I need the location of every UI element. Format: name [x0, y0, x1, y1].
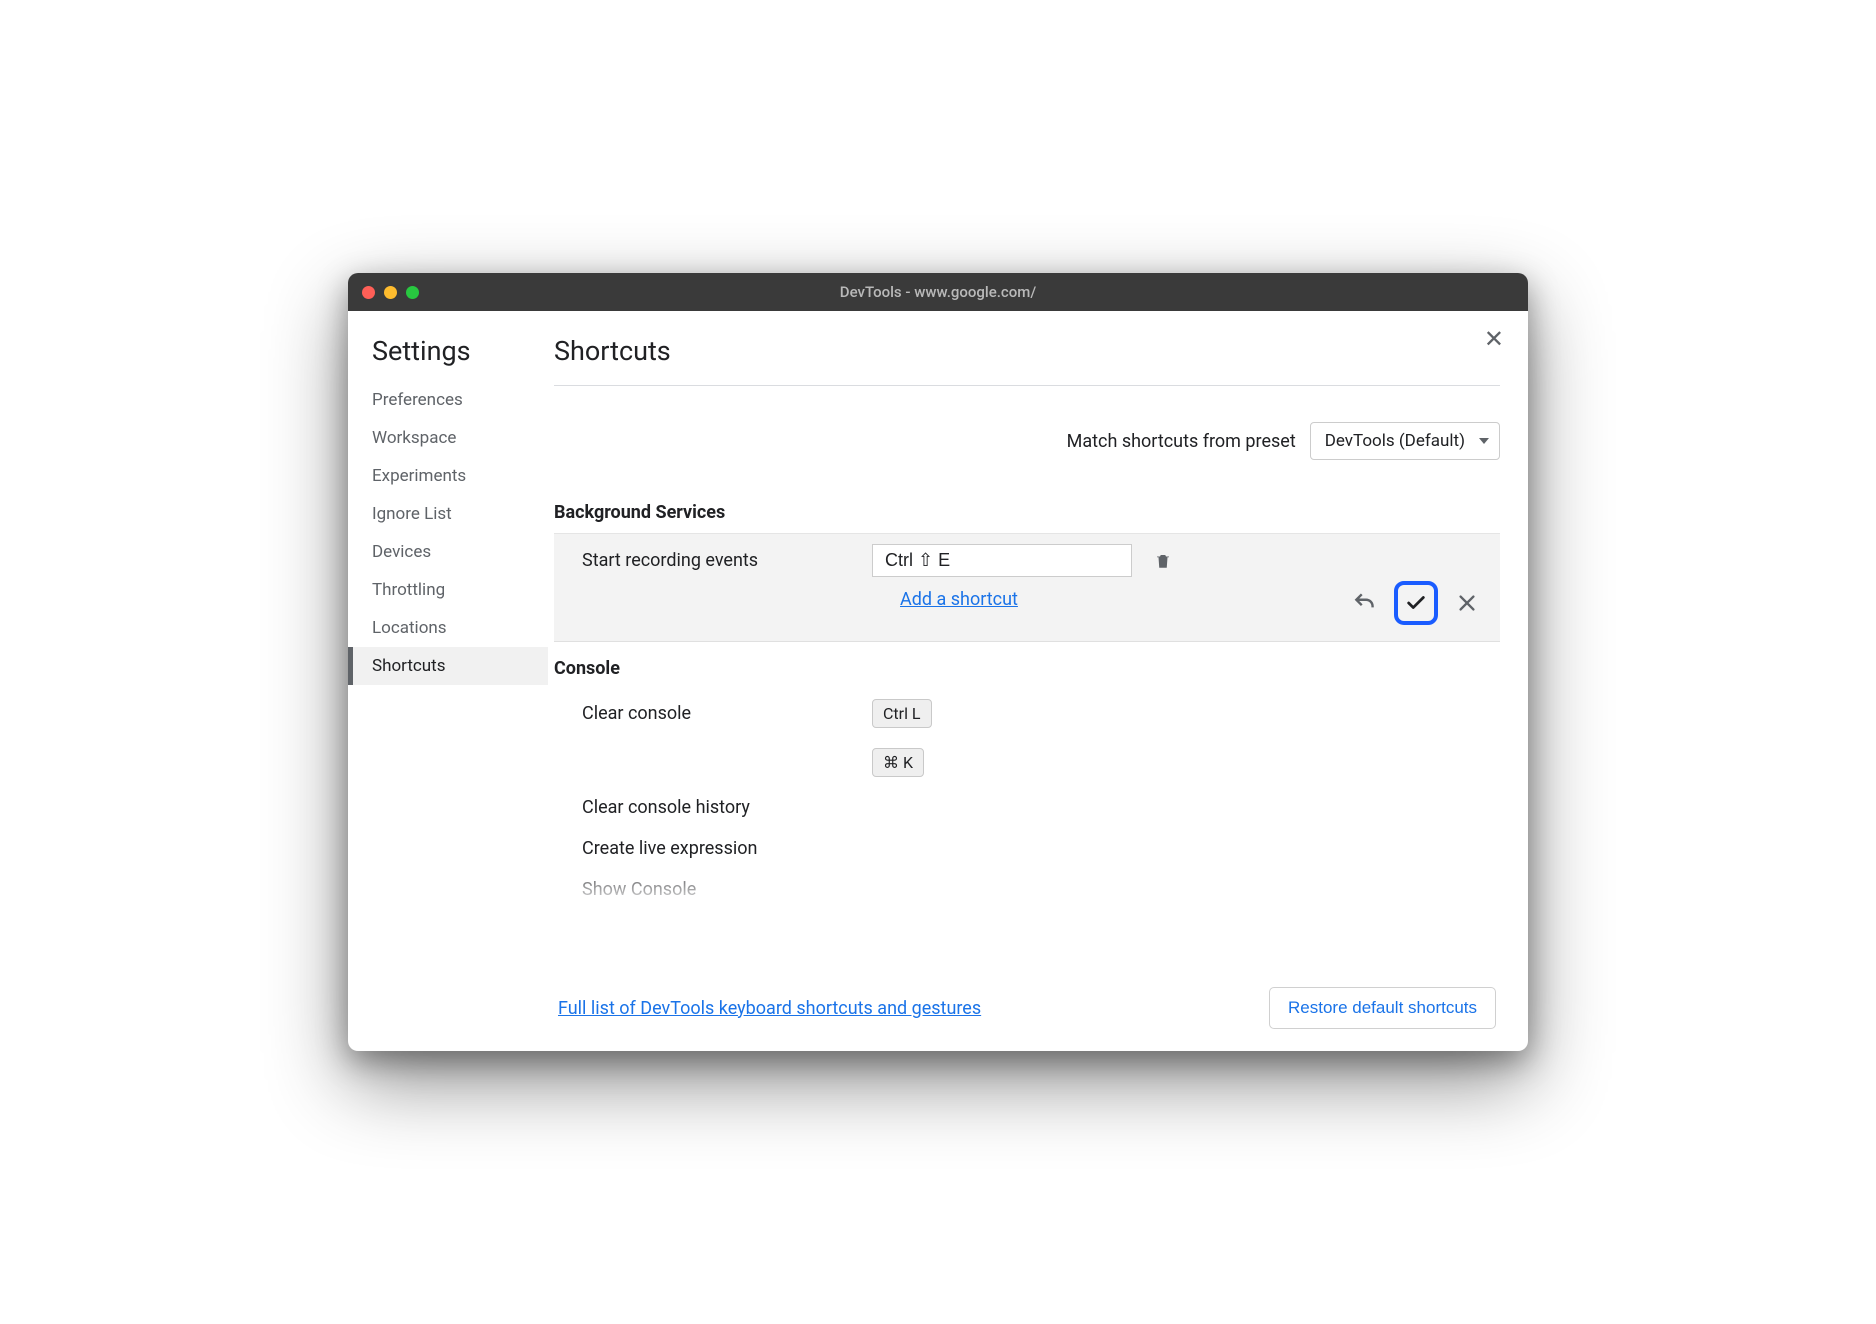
restore-defaults-button[interactable]: Restore default shortcuts: [1269, 987, 1496, 1029]
sidebar-item-devices[interactable]: Devices: [348, 533, 548, 571]
sidebar-item-experiments[interactable]: Experiments: [348, 457, 548, 495]
preset-selected-value: DevTools (Default): [1325, 431, 1465, 451]
close-settings-button[interactable]: ✕: [1484, 327, 1504, 351]
shortcut-action-label: Create live expression: [582, 838, 872, 859]
shortcut-row-live-expression[interactable]: Create live expression: [554, 828, 1500, 869]
confirm-shortcut-button[interactable]: [1394, 581, 1438, 625]
close-window-button[interactable]: [362, 286, 375, 299]
sidebar-item-shortcuts[interactable]: Shortcuts: [348, 647, 548, 685]
chevron-down-icon: [1479, 438, 1489, 444]
section-console: Console: [554, 642, 1500, 689]
add-shortcut-link[interactable]: Add a shortcut: [900, 589, 1018, 610]
shortcut-row-clear-history[interactable]: Clear console history: [554, 787, 1500, 828]
sidebar-item-ignore-list[interactable]: Ignore List: [348, 495, 548, 533]
minimize-window-button[interactable]: [384, 286, 397, 299]
editing-actions: [1348, 581, 1484, 625]
shortcut-row-clear-console-alt[interactable]: ⌘ K: [554, 738, 1500, 787]
sidebar-item-throttling[interactable]: Throttling: [348, 571, 548, 609]
sidebar-title: Settings: [348, 335, 548, 381]
editing-shortcut-row: Start recording events: [582, 544, 1484, 577]
shortcut-action-label: Show Console: [582, 879, 872, 900]
shortcut-key: Ctrl L: [872, 699, 932, 728]
page-title: Shortcuts: [554, 335, 1500, 386]
undo-button[interactable]: [1348, 586, 1382, 620]
preset-row: Match shortcuts from preset DevTools (De…: [554, 386, 1500, 496]
sidebar-item-preferences[interactable]: Preferences: [348, 381, 548, 419]
window-titlebar: DevTools - www.google.com/: [348, 273, 1528, 311]
shortcuts-list-scroll: Clear console Ctrl L ⌘ K Clear console h…: [554, 689, 1500, 910]
shortcut-row-clear-console[interactable]: Clear console Ctrl L: [554, 689, 1500, 738]
shortcut-row-show-console[interactable]: Show Console: [554, 869, 1500, 910]
preset-label: Match shortcuts from preset: [1067, 431, 1296, 452]
traffic-lights: [362, 286, 419, 299]
cancel-edit-button[interactable]: [1450, 586, 1484, 620]
shortcut-action-label: Clear console history: [582, 797, 872, 818]
settings-content: ✕ Settings Preferences Workspace Experim…: [348, 311, 1528, 1051]
sidebar-item-workspace[interactable]: Workspace: [348, 419, 548, 457]
shortcut-action-label: Clear console: [582, 703, 872, 724]
shortcut-input[interactable]: [872, 544, 1132, 577]
devtools-window: DevTools - www.google.com/ ✕ Settings Pr…: [348, 273, 1528, 1051]
settings-sidebar: Settings Preferences Workspace Experimen…: [348, 311, 548, 1051]
zoom-window-button[interactable]: [406, 286, 419, 299]
editing-shortcut-block: Start recording events Add a shortcut: [554, 533, 1500, 642]
shortcut-key: ⌘ K: [872, 748, 924, 777]
preset-select[interactable]: DevTools (Default): [1310, 422, 1500, 460]
settings-footer: Full list of DevTools keyboard shortcuts…: [554, 973, 1500, 1051]
full-shortcuts-list-link[interactable]: Full list of DevTools keyboard shortcuts…: [558, 998, 981, 1019]
sidebar-item-locations[interactable]: Locations: [348, 609, 548, 647]
delete-shortcut-button[interactable]: [1154, 551, 1172, 571]
window-title: DevTools - www.google.com/: [348, 283, 1528, 301]
section-background-services: Background Services: [554, 496, 1500, 533]
editing-action-name: Start recording events: [582, 550, 872, 571]
settings-main: Shortcuts Match shortcuts from preset De…: [548, 311, 1528, 1051]
